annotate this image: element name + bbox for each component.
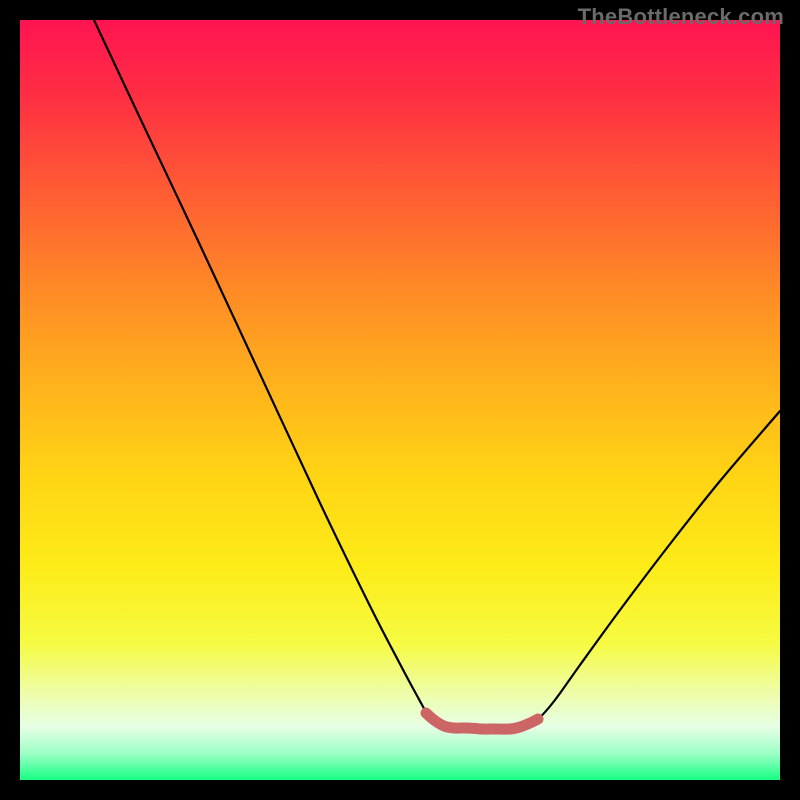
- watermark-text: TheBottleneck.com: [578, 4, 784, 30]
- chart-frame: [20, 20, 780, 780]
- gradient-chart: [20, 20, 780, 780]
